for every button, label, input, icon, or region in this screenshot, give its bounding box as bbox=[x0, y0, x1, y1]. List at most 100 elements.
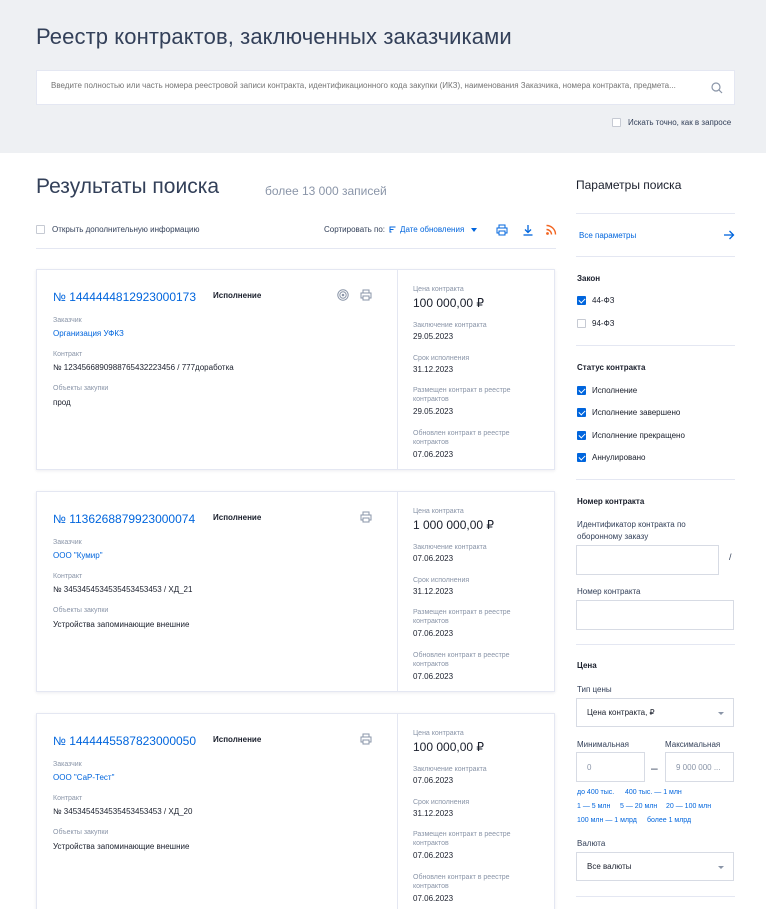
status-badge: Исполнение bbox=[213, 735, 262, 744]
placed-value: 07.06.2023 bbox=[413, 629, 454, 638]
currency-select[interactable]: Все валюты bbox=[576, 852, 734, 881]
status-option[interactable]: Аннулировано bbox=[577, 453, 646, 462]
status-option[interactable]: Исполнение bbox=[577, 386, 637, 395]
contract-label: Контракт bbox=[53, 573, 83, 580]
law-44-checkbox[interactable] bbox=[577, 296, 586, 305]
customer-label: Заказчик bbox=[53, 761, 82, 768]
price-range-chip[interactable]: 100 млн — 1 млрд bbox=[577, 817, 637, 824]
search-box[interactable] bbox=[36, 70, 735, 105]
card-details: Цена контракта 1 000 000,00 ₽ Заключение… bbox=[397, 492, 556, 691]
params-divider bbox=[576, 479, 735, 480]
price-range-chip[interactable]: более 1 млрд bbox=[647, 817, 691, 824]
status-option[interactable]: Исполнение прекращено bbox=[577, 431, 685, 440]
params-divider bbox=[576, 256, 735, 257]
status-checkbox[interactable] bbox=[577, 431, 586, 440]
option-label: Исполнение завершено bbox=[592, 408, 681, 417]
currency-value: Все валюты bbox=[587, 862, 632, 871]
print-icon[interactable] bbox=[496, 224, 508, 236]
sort-value[interactable]: Дате обновления bbox=[400, 225, 464, 234]
contract-number-link[interactable]: № 1444444812923000173 bbox=[53, 290, 196, 304]
status-option[interactable]: Исполнение завершено bbox=[577, 408, 680, 417]
rss-icon[interactable] bbox=[545, 224, 557, 236]
contract-number-link[interactable]: № 1136268879923000074 bbox=[53, 512, 195, 526]
contract-number-input[interactable] bbox=[576, 600, 734, 630]
sort-control[interactable]: Сортировать по: Дате обновления bbox=[324, 225, 478, 234]
print-icon[interactable] bbox=[360, 289, 372, 301]
law-option-94[interactable]: 94-ФЗ bbox=[577, 319, 614, 328]
status-checkbox[interactable] bbox=[577, 453, 586, 462]
term-value: 31.12.2023 bbox=[413, 587, 454, 596]
price-label: Цена контракта bbox=[413, 508, 464, 515]
customer-link[interactable]: Организация УФКЗ bbox=[53, 329, 124, 338]
law-option-44[interactable]: 44-ФЗ bbox=[577, 296, 614, 305]
price-title: Цена bbox=[577, 661, 597, 670]
objects-value: Устройства запоминающие внешние bbox=[53, 842, 190, 851]
params-divider bbox=[576, 345, 735, 346]
concluded-value: 29.05.2023 bbox=[413, 332, 454, 341]
print-icon[interactable] bbox=[360, 511, 372, 523]
results-divider bbox=[36, 248, 556, 249]
card-details: Цена контракта 100 000,00 ₽ Заключение к… bbox=[397, 714, 556, 909]
status-badge: Исполнение bbox=[213, 513, 262, 522]
card-details: Цена контракта 100 000,00 ₽ Заключение к… bbox=[397, 270, 556, 469]
max-price-input[interactable]: 9 000 000 ... bbox=[665, 752, 734, 782]
price-range-chip[interactable]: 1 — 5 млн bbox=[577, 803, 610, 810]
price-type-select[interactable]: Цена контракта, ₽ bbox=[576, 698, 734, 727]
price-range-chip[interactable]: до 400 тыс. bbox=[577, 789, 614, 796]
print-icon[interactable] bbox=[360, 733, 372, 745]
placed-label: Размещен контракт в реестре контрактов bbox=[413, 831, 511, 847]
objects-label: Объекты закупки bbox=[53, 607, 109, 614]
updated-value: 07.06.2023 bbox=[413, 450, 454, 459]
price-value: 1 000 000,00 ₽ bbox=[413, 518, 495, 532]
option-label: Исполнение прекращено bbox=[592, 431, 685, 440]
open-info-option[interactable]: Открыть дополнительную информацию bbox=[36, 225, 200, 234]
status-badge: Исполнение bbox=[213, 291, 262, 300]
min-price-placeholder: 0 bbox=[587, 763, 592, 772]
defense-id-input[interactable] bbox=[576, 545, 719, 575]
status-checkbox[interactable] bbox=[577, 408, 586, 417]
target-icon[interactable] bbox=[337, 289, 349, 301]
exact-match-option[interactable]: Искать точно, как в запросе bbox=[612, 118, 731, 127]
concluded-label: Заключение контракта bbox=[413, 544, 487, 551]
min-price-input[interactable]: 0 bbox=[576, 752, 645, 782]
objects-value: Устройства запоминающие внешние bbox=[53, 620, 190, 629]
updated-value: 07.06.2023 bbox=[413, 894, 454, 903]
price-label: Цена контракта bbox=[413, 730, 464, 737]
download-icon[interactable] bbox=[522, 224, 534, 236]
contract-value: № 1234566890988765432223456 / 777доработ… bbox=[53, 363, 234, 372]
customer-link[interactable]: ООО "Кумир" bbox=[53, 551, 103, 560]
search-icon[interactable] bbox=[710, 81, 724, 95]
chevron-down-icon bbox=[471, 227, 478, 232]
option-label: Аннулировано bbox=[592, 453, 646, 462]
objects-value: прод bbox=[53, 398, 71, 407]
results-count: более 13 000 записей bbox=[265, 184, 387, 198]
open-info-checkbox[interactable] bbox=[36, 225, 45, 234]
customer-link[interactable]: ООО "СаР-Тест" bbox=[53, 773, 114, 782]
max-price-placeholder: 9 000 000 ... bbox=[676, 763, 721, 772]
max-price-label: Максимальная bbox=[665, 740, 721, 749]
arrow-right-icon[interactable] bbox=[723, 229, 735, 241]
status-title: Статус контракта bbox=[577, 363, 646, 372]
option-label: Исполнение bbox=[592, 386, 638, 395]
contract-label: Контракт bbox=[53, 351, 83, 358]
price-range-chip[interactable]: 400 тыс. — 1 млн bbox=[625, 789, 682, 796]
price-range-chip[interactable]: 20 — 100 млн bbox=[666, 803, 711, 810]
contract-card: № 1444445587823000050 Исполнение Заказчи… bbox=[36, 713, 555, 909]
term-label: Срок исполнения bbox=[413, 799, 470, 806]
defense-id-label: Идентификатор контракта по оборонному за… bbox=[577, 520, 686, 541]
open-info-label: Открыть дополнительную информацию bbox=[52, 225, 200, 234]
updated-label: Обновлен контракт в реестре контрактов bbox=[413, 652, 510, 668]
concluded-value: 07.06.2023 bbox=[413, 776, 454, 785]
contract-number-link[interactable]: № 1444445587823000050 bbox=[53, 734, 196, 748]
card-main: № 1136268879923000074 Исполнение Заказчи… bbox=[37, 492, 397, 691]
price-range-chip[interactable]: 5 — 20 млн bbox=[620, 803, 657, 810]
contract-value: № 3453454534535453453453 / ХД_21 bbox=[53, 585, 193, 594]
price-value: 100 000,00 ₽ bbox=[413, 740, 485, 754]
exact-match-checkbox[interactable] bbox=[612, 118, 621, 127]
customer-label: Заказчик bbox=[53, 539, 82, 546]
all-params-link[interactable]: Все параметры bbox=[579, 231, 636, 240]
search-input[interactable] bbox=[51, 81, 701, 90]
law-94-checkbox[interactable] bbox=[577, 319, 586, 328]
status-checkbox[interactable] bbox=[577, 386, 586, 395]
params-divider bbox=[576, 213, 735, 214]
